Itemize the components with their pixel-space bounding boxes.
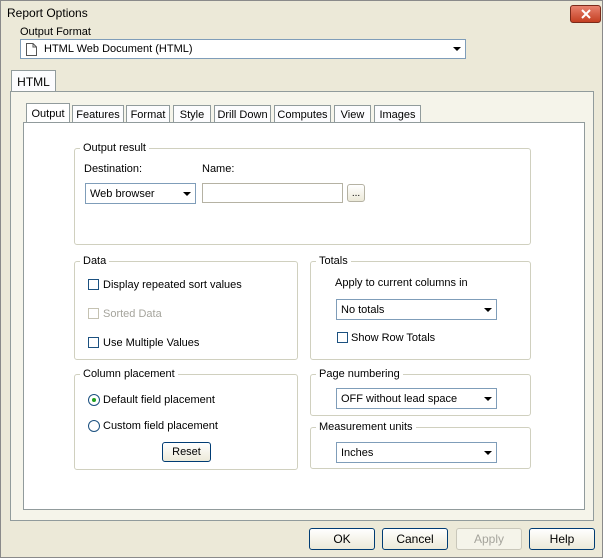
use-multiple-checkbox[interactable] <box>88 337 99 348</box>
document-icon <box>26 43 37 56</box>
custom-placement-label: Custom field placement <box>103 420 218 432</box>
browse-button-label: ... <box>351 187 361 199</box>
totals-select[interactable]: No totals <box>336 299 497 320</box>
tab-computes[interactable]: Computes <box>274 105 331 123</box>
output-format-select[interactable]: HTML Web Document (HTML) <box>20 39 466 59</box>
tab-computes-label: Computes <box>277 108 328 121</box>
measurement-units-value: Inches <box>341 447 374 459</box>
tab-features-label: Features <box>76 108 120 121</box>
apply-button[interactable]: Apply <box>456 528 522 550</box>
chevron-down-icon <box>481 390 495 407</box>
close-icon <box>580 9 591 19</box>
page-numbering-select[interactable]: OFF without lead space <box>336 388 497 409</box>
ok-button-label: OK <box>333 532 351 546</box>
tab-format[interactable]: Format <box>126 105 170 123</box>
report-options-window: Report Options Output Format HTML Web Do… <box>0 0 603 558</box>
output-format-label: Output Format <box>20 26 91 38</box>
output-tab-panel: Output result Destination: Name: Web bro… <box>23 122 585 510</box>
tab-drill-down-label: Drill Down <box>217 108 268 121</box>
tab-style[interactable]: Style <box>173 105 211 123</box>
name-input[interactable] <box>202 183 343 203</box>
tab-html[interactable]: HTML <box>11 70 56 92</box>
page-numbering-group: Page numbering OFF without lead space <box>310 368 531 416</box>
help-button-label: Help <box>549 532 575 546</box>
tab-html-label: HTML <box>17 74 50 89</box>
default-placement-radio[interactable] <box>88 394 100 406</box>
apply-button-label: Apply <box>473 532 505 546</box>
show-row-totals-checkbox[interactable] <box>337 332 348 343</box>
measurement-units-group: Measurement units Inches <box>310 421 531 469</box>
sorted-data-label: Sorted Data <box>103 308 162 320</box>
title-bar: Report Options <box>1 1 602 25</box>
display-repeated-checkbox[interactable] <box>88 279 99 290</box>
tab-drill-down[interactable]: Drill Down <box>214 105 271 123</box>
reset-button[interactable]: Reset <box>162 442 211 462</box>
tab-features[interactable]: Features <box>72 105 124 123</box>
use-multiple-label: Use Multiple Values <box>103 337 200 349</box>
cancel-button-label: Cancel <box>396 532 434 546</box>
measurement-units-select[interactable]: Inches <box>336 442 497 463</box>
tab-images-label: Images <box>379 108 416 121</box>
data-title: Data <box>80 255 110 267</box>
output-format-value: HTML Web Document (HTML) <box>44 43 193 55</box>
tab-images[interactable]: Images <box>374 105 421 123</box>
default-placement-label: Default field placement <box>103 394 215 406</box>
tab-style-label: Style <box>179 108 205 121</box>
page-numbering-title: Page numbering <box>316 368 403 380</box>
tab-output[interactable]: Output <box>26 103 70 123</box>
output-result-title: Output result <box>80 142 149 154</box>
sorted-data-checkbox[interactable] <box>88 308 99 319</box>
column-placement-group: Column placement Default field placement… <box>74 368 298 470</box>
chevron-down-icon <box>481 301 495 318</box>
cancel-button[interactable]: Cancel <box>382 528 448 550</box>
totals-group: Totals Apply to current columns in No to… <box>310 255 531 360</box>
tab-format-label: Format <box>130 108 166 121</box>
output-result-group: Output result Destination: Name: Web bro… <box>74 142 531 245</box>
radio-selected-dot <box>92 398 96 402</box>
destination-select[interactable]: Web browser <box>85 183 196 204</box>
name-label: Name: <box>202 163 235 175</box>
page-numbering-value: OFF without lead space <box>341 393 458 405</box>
chevron-down-icon <box>481 444 495 461</box>
close-button[interactable] <box>570 5 601 23</box>
tab-output-label: Output <box>31 107 65 120</box>
window-title: Report Options <box>7 6 88 20</box>
custom-placement-radio[interactable] <box>88 420 100 432</box>
destination-value: Web browser <box>90 188 155 200</box>
browse-button[interactable]: ... <box>347 184 365 202</box>
totals-value: No totals <box>341 304 385 316</box>
display-repeated-label: Display repeated sort values <box>103 279 242 291</box>
help-button[interactable]: Help <box>529 528 595 550</box>
reset-button-label: Reset <box>172 446 201 458</box>
totals-title: Totals <box>316 255 351 267</box>
ok-button[interactable]: OK <box>309 528 375 550</box>
column-placement-title: Column placement <box>80 368 178 380</box>
chevron-down-icon <box>450 41 464 57</box>
data-group: Data Display repeated sort values Sorted… <box>74 255 298 360</box>
show-row-totals-label: Show Row Totals <box>351 332 436 344</box>
measurement-units-title: Measurement units <box>316 421 416 433</box>
tab-view[interactable]: View <box>334 105 371 123</box>
destination-label: Destination: <box>84 163 143 175</box>
apply-to-label: Apply to current columns in <box>335 277 468 289</box>
tab-view-label: View <box>340 108 365 121</box>
chevron-down-icon <box>180 185 194 202</box>
